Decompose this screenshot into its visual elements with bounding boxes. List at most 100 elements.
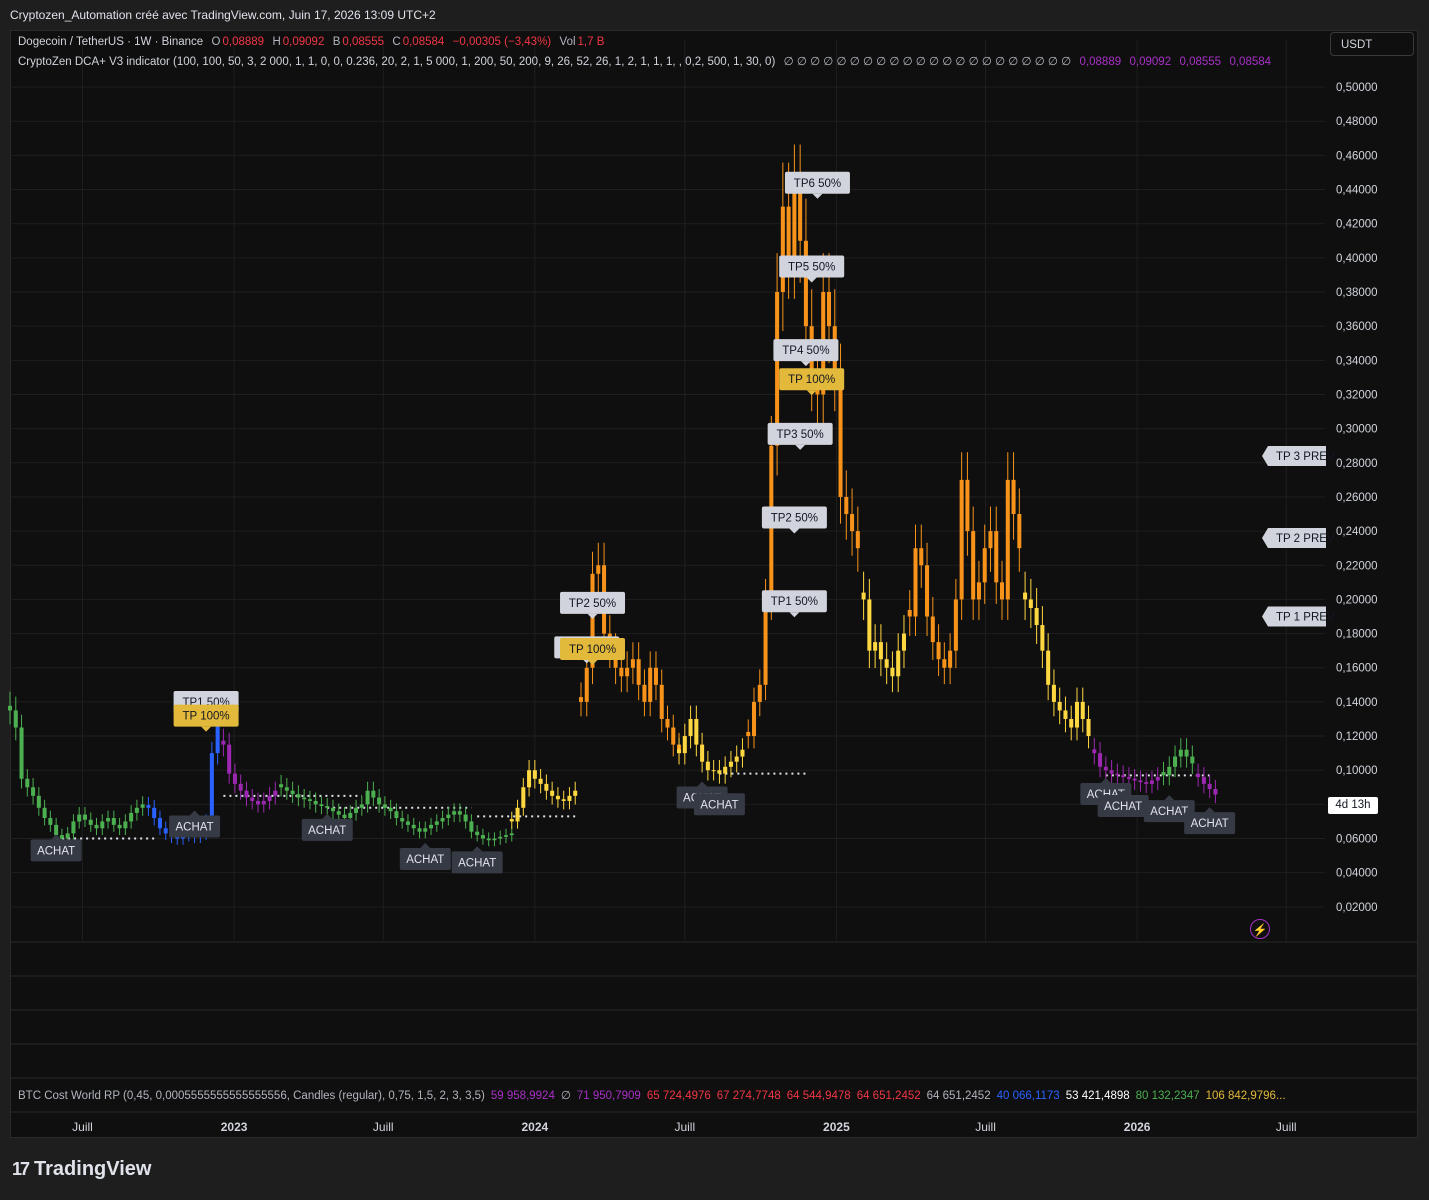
signal-pointer: [789, 612, 800, 618]
candle-body: [1109, 770, 1114, 774]
candle-body: [382, 804, 387, 808]
candle-body: [1190, 756, 1195, 764]
indicator-name[interactable]: CryptoZen DCA+ V3 indicator (100, 100, 5…: [18, 56, 775, 68]
lightning-icon[interactable]: ⚡: [1250, 919, 1270, 939]
candle-body: [1011, 479, 1016, 515]
indicator-legend: CryptoZen DCA+ V3 indicator (100, 100, 5…: [18, 54, 1273, 68]
candle-body: [688, 718, 693, 737]
currency-button[interactable]: USDT: [1330, 32, 1414, 56]
candle-body: [625, 667, 630, 677]
candle-body: [111, 818, 116, 825]
candle-body: [232, 773, 237, 784]
candle-body: [13, 710, 18, 728]
symbol-legend: Dogecoin / TetherUS · 1W · Binance O 0,08…: [18, 36, 606, 48]
signal-pointer: [587, 613, 598, 619]
y-tick-label: 0,30000: [1336, 424, 1378, 436]
candle-body: [786, 206, 791, 258]
candle-body: [238, 783, 243, 791]
candle-body: [19, 727, 24, 779]
candle-body: [492, 838, 497, 841]
candle-body: [826, 292, 832, 327]
candle-body: [550, 790, 555, 796]
high-label: H: [272, 36, 281, 48]
candle-body: [1138, 780, 1143, 783]
candle-body: [446, 814, 451, 819]
candle-body: [700, 744, 705, 762]
candle-body: [1167, 766, 1172, 776]
y-tick-label: 0,12000: [1336, 731, 1378, 743]
price-chart[interactable]: 0,50000 0,48000 0,46000 0,44000 0,42000 0,400…: [0, 0, 1429, 1200]
bottom-indicator-value: 64 651,2452: [856, 1090, 921, 1102]
candle-body: [290, 790, 295, 795]
candle-body: [925, 565, 930, 617]
candle-body: [596, 565, 601, 574]
signal-label-text: ACHAT: [406, 854, 444, 866]
candle-body: [1098, 753, 1103, 767]
candle-body: [134, 807, 139, 813]
y-tick-label: 0,06000: [1336, 834, 1378, 846]
candle-body: [930, 616, 935, 643]
tp-preview-text: TP 3 PREV: [1276, 451, 1335, 463]
symbol-name[interactable]: Dogecoin / TetherUS · 1W · Binance: [18, 36, 203, 48]
bottom-indicator-value: 80 132,2347: [1135, 1090, 1200, 1102]
candle-body: [573, 790, 578, 796]
y-tick-label: 0,28000: [1336, 458, 1378, 470]
signal-pointer: [800, 361, 811, 367]
candle-body: [1149, 780, 1154, 784]
high-value: 0,09092: [282, 36, 325, 48]
close-label: C: [392, 36, 401, 48]
candle-body: [763, 599, 768, 685]
signal-label-text: TP 100%: [788, 374, 835, 386]
candle-body: [1063, 710, 1068, 719]
signal-pointer: [322, 813, 333, 819]
signal-label: TP2 50%: [560, 591, 626, 619]
candle-body: [100, 821, 105, 829]
candle-body: [1103, 766, 1108, 771]
candle-body: [711, 770, 716, 772]
candle-body: [325, 806, 330, 808]
x-tick-label: Juill: [674, 1120, 696, 1134]
indicator-value-3: 0,08555: [1179, 56, 1222, 68]
x-tick-label: Juill: [1275, 1120, 1297, 1134]
candle-body: [423, 828, 428, 832]
candle-body: [434, 821, 439, 825]
candle-body: [734, 756, 739, 762]
bottom-indicator-value: 106 842,9796...: [1205, 1090, 1286, 1102]
candle-body: [1184, 749, 1189, 757]
candle-body: [971, 531, 976, 600]
signal-pointer: [697, 781, 708, 787]
candle-body: [440, 818, 445, 822]
candle-body: [1069, 718, 1074, 728]
volume-label: Vol: [559, 36, 576, 48]
y-tick-label: 0,42000: [1336, 219, 1378, 231]
candle-body: [88, 819, 93, 825]
signal-label: ACHAT: [399, 842, 451, 870]
candle-body: [953, 599, 958, 651]
signal-pointer: [1204, 807, 1215, 813]
candle-body: [1132, 778, 1137, 781]
signal-label-text: ACHAT: [1150, 806, 1188, 818]
candle-body: [342, 814, 347, 819]
candle-body: [527, 770, 532, 788]
volume-value: 1,7 B: [577, 36, 605, 48]
bottom-indicator-name[interactable]: BTC Cost World RP (0,45, 0,0005555555555…: [18, 1090, 485, 1102]
candle-body: [1207, 783, 1212, 790]
candle-body: [7, 705, 13, 711]
signal-label-text: TP5 50%: [788, 261, 835, 273]
low-value: 0,08555: [342, 36, 384, 48]
y-tick-label: 0,18000: [1336, 629, 1378, 641]
candle-body: [365, 790, 370, 805]
candle-body: [1017, 514, 1022, 549]
y-tick-label: 0,34000: [1336, 355, 1378, 367]
candle-body: [855, 531, 860, 549]
candle-body: [54, 824, 59, 836]
candle-body: [561, 799, 566, 801]
candle-body: [705, 761, 710, 771]
tp-preview-label: TP 3 PREV: [1262, 445, 1335, 466]
bottom-indicator-value: 71 950,7909: [576, 1090, 641, 1102]
candle-body: [1201, 777, 1206, 784]
bottom-indicator-value: 64 651,2452: [926, 1090, 991, 1102]
candle-body: [1144, 782, 1149, 784]
candle-body: [740, 749, 745, 757]
signal-pointer: [189, 810, 200, 816]
